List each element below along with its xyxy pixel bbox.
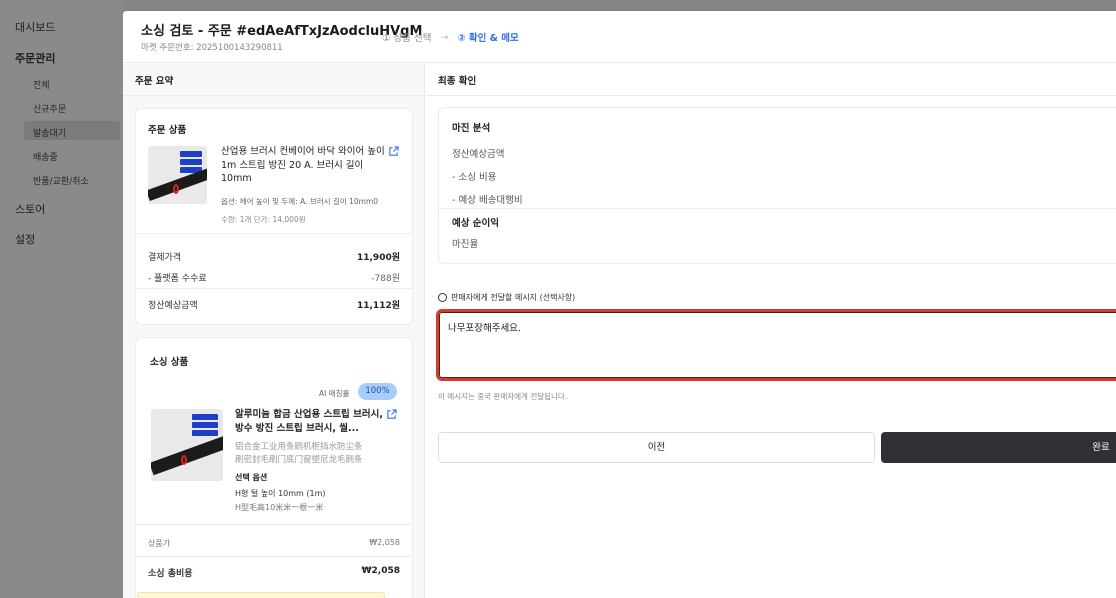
sourcing-review-modal: 소싱 검토 - 주문 #edAeAfTxJzAodcluHVgM 마켓 주문번호… bbox=[123, 11, 1116, 598]
divider bbox=[136, 233, 412, 234]
margin-analysis-box: 마진 분석 정산예상금액 - 소싱 비용 - 예상 배송대행비 예상 순이익 마… bbox=[438, 107, 1116, 264]
sourcing-product-card: 소싱 상품 AI 매칭률 100% 알루미늄 합금 산업용 스트립 브러시, 방… bbox=[135, 337, 413, 598]
arrow-right-icon: → bbox=[440, 31, 449, 43]
item-price-row: 상품가 ₩2,058 bbox=[148, 538, 400, 548]
sidebar-item-dashboard[interactable]: 대시보드 bbox=[15, 19, 55, 35]
margin-analysis-title: 마진 분석 bbox=[452, 123, 491, 134]
sourcing-product-image[interactable] bbox=[151, 409, 223, 481]
divider bbox=[136, 288, 412, 289]
payment-price-row: 결제가격 11,900원 bbox=[148, 253, 400, 263]
divider bbox=[136, 556, 412, 557]
margin-shipping-label: - 예상 배송대행비 bbox=[452, 195, 523, 206]
sidebar-sub-returns[interactable]: 반품/교환/취소 bbox=[33, 174, 89, 187]
divider bbox=[426, 95, 1116, 96]
sidebar-item-store[interactable]: 스토어 bbox=[15, 201, 45, 217]
final-confirm-heading: 최종 확인 bbox=[438, 76, 477, 87]
order-summary-panel: 주문 요약 주문 상품 산업용 브러시 컨베이어 바닥 와이어 높이 1m 스트… bbox=[123, 64, 425, 598]
order-product-option: 옵션: 헤어 높이 및 두께: A. 브러시 길이 10mm0 bbox=[221, 197, 379, 206]
message-note: 이 메시지는 중국 판매자에게 전달됩니다. bbox=[438, 392, 568, 401]
order-product-meta: 수량: 1개 단가: 14,000원 bbox=[221, 215, 306, 224]
selected-option-title: 선택 옵션 bbox=[235, 473, 268, 482]
order-product-name: 산업용 브러시 컨베이어 바닥 와이어 높이 1m 스트립 방진 20 A. 브… bbox=[221, 146, 385, 184]
sourcing-product-name: 알루미늄 합금 산업용 스트립 브러시, 방수 방진 스트립 브러시, 씰... bbox=[235, 409, 383, 434]
final-confirm-panel: 최종 확인 마진 분석 정산예상금액 - 소싱 비용 - 예상 배송대행비 예상… bbox=[426, 64, 1116, 598]
divider bbox=[136, 524, 412, 525]
order-product-image[interactable] bbox=[148, 146, 207, 204]
step-select-product[interactable]: ① 상품 선택 bbox=[382, 30, 432, 44]
notice-strip bbox=[137, 592, 385, 598]
sidebar-sub-pending[interactable]: 발송대기 bbox=[33, 126, 66, 139]
divider bbox=[123, 95, 425, 96]
expected-profit-label: 예상 순이익 bbox=[452, 218, 500, 229]
selected-option-value: H형 털 높이 10mm (1m) bbox=[235, 489, 326, 498]
margin-settlement-label: 정산예상금액 bbox=[452, 149, 505, 160]
complete-button[interactable]: 완료 bbox=[881, 432, 1116, 463]
sourcing-product-title: 소싱 상품 bbox=[150, 357, 189, 368]
sidebar-sub-new[interactable]: 신규주문 bbox=[33, 102, 66, 115]
step-indicator: ① 상품 선택 → ② 확인 & 메모 bbox=[382, 30, 519, 45]
margin-rate-label: 마진율 bbox=[452, 239, 479, 250]
order-product-card: 주문 상품 산업용 브러시 컨베이어 바닥 와이어 높이 1m 스트립 방진 2… bbox=[135, 108, 413, 325]
margin-sourcing-cost-label: - 소싱 비용 bbox=[452, 172, 497, 183]
ai-match-badge: 100% bbox=[358, 383, 397, 400]
modal-title: 소싱 검토 - 주문 #edAeAfTxJzAodcluHVgM bbox=[141, 24, 423, 39]
platform-fee-row: - 플랫폼 수수료 -788원 bbox=[148, 274, 400, 284]
ai-match-label: AI 매칭률 bbox=[319, 389, 350, 398]
sidebar: 대시보드 주문관리 전체 신규주문 발송대기 배송중 반품/교환/취소 스토어 … bbox=[0, 0, 123, 598]
sourcing-total-row: 소싱 총비용 ₩2,058 bbox=[148, 566, 400, 579]
modal-header: 소싱 검토 - 주문 #edAeAfTxJzAodcluHVgM 마켓 주문번호… bbox=[123, 11, 1116, 63]
seller-message-textarea[interactable]: 나무포장해주세요. bbox=[436, 309, 1116, 381]
sourcing-product-cn-name-1: 铝合金工业用条刷机柜挡水防尘条 bbox=[235, 442, 363, 452]
previous-button[interactable]: 이전 bbox=[438, 432, 875, 463]
market-order-number: 마켓 주문번호: 2025100143290811 bbox=[141, 43, 283, 53]
chat-bubble-icon bbox=[438, 293, 447, 302]
divider bbox=[439, 208, 1116, 209]
sidebar-item-orders[interactable]: 주문관리 bbox=[15, 50, 55, 66]
settlement-row: 정산예상금액 11,112원 bbox=[148, 301, 400, 311]
seller-message-text: 나무포장해주세요. bbox=[448, 323, 521, 334]
step-confirm-memo[interactable]: ② 확인 & 메모 bbox=[458, 30, 519, 44]
external-link-icon[interactable] bbox=[388, 146, 399, 157]
order-product-title: 주문 상품 bbox=[148, 125, 187, 136]
external-link-icon[interactable] bbox=[386, 409, 397, 420]
sidebar-sub-shipping[interactable]: 배송중 bbox=[33, 150, 58, 163]
sidebar-item-settings[interactable]: 설정 bbox=[15, 231, 35, 247]
selected-option-cn: H型毛高10米米一根一米 bbox=[235, 503, 324, 512]
top-strip bbox=[0, 0, 1116, 10]
sourcing-product-cn-name-2: 刷密封毛刷门底门窗塑尼龙毛刷条 bbox=[235, 455, 363, 465]
sidebar-sub-all[interactable]: 전체 bbox=[33, 78, 50, 91]
order-summary-heading: 주문 요약 bbox=[135, 76, 174, 87]
message-label: 판매자에게 전달할 메시지 (선택사항) bbox=[438, 292, 575, 303]
